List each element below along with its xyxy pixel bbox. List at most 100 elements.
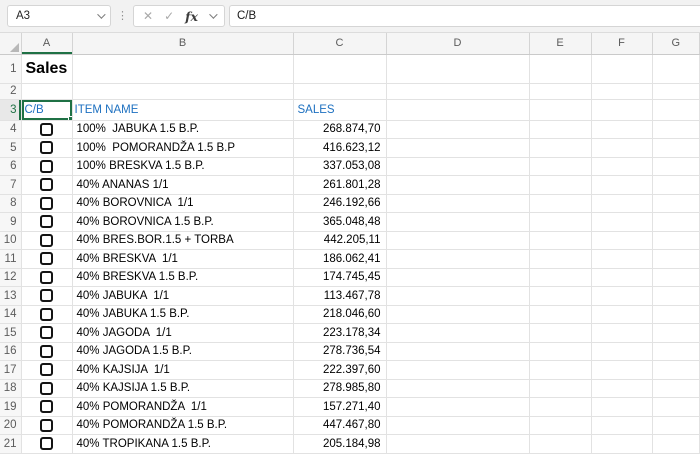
empty-cell[interactable] <box>529 250 591 269</box>
row-number[interactable]: 18 <box>0 379 21 398</box>
checkbox-cell[interactable] <box>21 231 72 250</box>
empty-cell[interactable] <box>591 139 652 158</box>
sales-value-cell[interactable]: 218.046,60 <box>293 305 386 324</box>
sales-header-cell[interactable]: SALES <box>293 99 386 120</box>
empty-cell[interactable] <box>386 435 529 454</box>
empty-cell[interactable] <box>652 287 700 306</box>
item-name-cell[interactable]: 40% BRES.BOR.1.5 + TORBA <box>72 231 293 250</box>
empty-cell[interactable] <box>591 342 652 361</box>
empty-cell[interactable] <box>529 268 591 287</box>
column-header-c[interactable]: C <box>293 33 386 54</box>
item-name-cell[interactable]: 100% BRESKVA 1.5 B.P. <box>72 157 293 176</box>
cell-g3[interactable] <box>652 99 700 120</box>
empty-cell[interactable] <box>591 287 652 306</box>
checkbox-cell[interactable] <box>21 250 72 269</box>
empty-cell[interactable] <box>386 268 529 287</box>
empty-cell[interactable] <box>529 342 591 361</box>
empty-cell[interactable] <box>591 231 652 250</box>
empty-cell[interactable] <box>652 416 700 435</box>
sales-value-cell[interactable]: 337.053,08 <box>293 157 386 176</box>
empty-cell[interactable] <box>591 435 652 454</box>
empty-cell[interactable] <box>386 194 529 213</box>
item-name-cell[interactable]: 40% POMORANDŽA 1/1 <box>72 398 293 417</box>
empty-cell[interactable] <box>529 157 591 176</box>
column-header-a[interactable]: A <box>21 33 72 54</box>
row-number[interactable]: 17 <box>0 361 21 380</box>
insert-function-icon[interactable]: fx <box>185 9 198 24</box>
sales-value-cell[interactable]: 186.062,41 <box>293 250 386 269</box>
empty-cell[interactable] <box>529 435 591 454</box>
item-checkbox[interactable] <box>40 437 53 450</box>
column-header-e[interactable]: E <box>529 33 591 54</box>
empty-cell[interactable] <box>386 213 529 232</box>
row-number[interactable]: 16 <box>0 342 21 361</box>
item-checkbox[interactable] <box>40 123 53 136</box>
selected-cell-a3[interactable]: C/B <box>21 99 72 120</box>
empty-cell[interactable] <box>386 416 529 435</box>
cell-b2[interactable] <box>72 83 293 99</box>
cell-g2[interactable] <box>652 83 700 99</box>
item-checkbox[interactable] <box>40 234 53 247</box>
empty-cell[interactable] <box>529 305 591 324</box>
empty-cell[interactable] <box>529 324 591 343</box>
empty-cell[interactable] <box>386 305 529 324</box>
checkbox-cell[interactable] <box>21 324 72 343</box>
empty-cell[interactable] <box>529 287 591 306</box>
select-all-corner[interactable] <box>0 33 21 54</box>
item-name-cell[interactable]: 100% JABUKA 1.5 B.P. <box>72 120 293 139</box>
column-header-f[interactable]: F <box>591 33 652 54</box>
checkbox-cell[interactable] <box>21 194 72 213</box>
checkbox-cell[interactable] <box>21 157 72 176</box>
item-checkbox[interactable] <box>40 160 53 173</box>
sales-value-cell[interactable]: 223.178,34 <box>293 324 386 343</box>
sales-value-cell[interactable]: 278.985,80 <box>293 379 386 398</box>
empty-cell[interactable] <box>652 194 700 213</box>
cancel-icon[interactable]: ✕ <box>143 9 153 23</box>
empty-cell[interactable] <box>591 361 652 380</box>
row-number[interactable]: 2 <box>0 83 21 99</box>
item-name-cell[interactable]: 40% TROPIKANA 1.5 B.P. <box>72 435 293 454</box>
item-name-cell[interactable]: 40% BOROVNICA 1.5 B.P. <box>72 213 293 232</box>
empty-cell[interactable] <box>652 435 700 454</box>
item-checkbox[interactable] <box>40 141 53 154</box>
item-checkbox[interactable] <box>40 215 53 228</box>
item-name-cell[interactable]: 40% JAGODA 1.5 B.P. <box>72 342 293 361</box>
sales-value-cell[interactable]: 113.467,78 <box>293 287 386 306</box>
cell-a2[interactable] <box>21 83 72 99</box>
empty-cell[interactable] <box>591 120 652 139</box>
empty-cell[interactable] <box>529 379 591 398</box>
row-number[interactable]: 8 <box>0 194 21 213</box>
row-number[interactable]: 1 <box>0 54 21 83</box>
empty-cell[interactable] <box>529 416 591 435</box>
item-name-cell[interactable]: 40% KAJSIJA 1.5 B.P. <box>72 379 293 398</box>
item-name-cell[interactable]: 40% JAGODA 1/1 <box>72 324 293 343</box>
item-checkbox[interactable] <box>40 308 53 321</box>
cell-d1[interactable] <box>386 54 529 83</box>
row-number[interactable]: 4 <box>0 120 21 139</box>
empty-cell[interactable] <box>591 305 652 324</box>
cell-b1[interactable] <box>72 54 293 83</box>
checkbox-cell[interactable] <box>21 213 72 232</box>
empty-cell[interactable] <box>386 176 529 195</box>
sales-value-cell[interactable]: 447.467,80 <box>293 416 386 435</box>
empty-cell[interactable] <box>652 342 700 361</box>
empty-cell[interactable] <box>529 139 591 158</box>
row-number[interactable]: 9 <box>0 213 21 232</box>
row-number[interactable]: 6 <box>0 157 21 176</box>
checkbox-cell[interactable] <box>21 176 72 195</box>
item-name-cell[interactable]: 40% KAJSIJA 1/1 <box>72 361 293 380</box>
cell-f3[interactable] <box>591 99 652 120</box>
cell-f2[interactable] <box>591 83 652 99</box>
item-checkbox[interactable] <box>40 197 53 210</box>
item-name-cell[interactable]: 40% POMORANDŽA 1.5 B.P. <box>72 416 293 435</box>
item-checkbox[interactable] <box>40 419 53 432</box>
row-number[interactable]: 14 <box>0 305 21 324</box>
empty-cell[interactable] <box>652 398 700 417</box>
checkbox-cell[interactable] <box>21 379 72 398</box>
empty-cell[interactable] <box>652 324 700 343</box>
empty-cell[interactable] <box>652 231 700 250</box>
empty-cell[interactable] <box>652 268 700 287</box>
row-number[interactable]: 15 <box>0 324 21 343</box>
checkbox-cell[interactable] <box>21 416 72 435</box>
empty-cell[interactable] <box>652 379 700 398</box>
